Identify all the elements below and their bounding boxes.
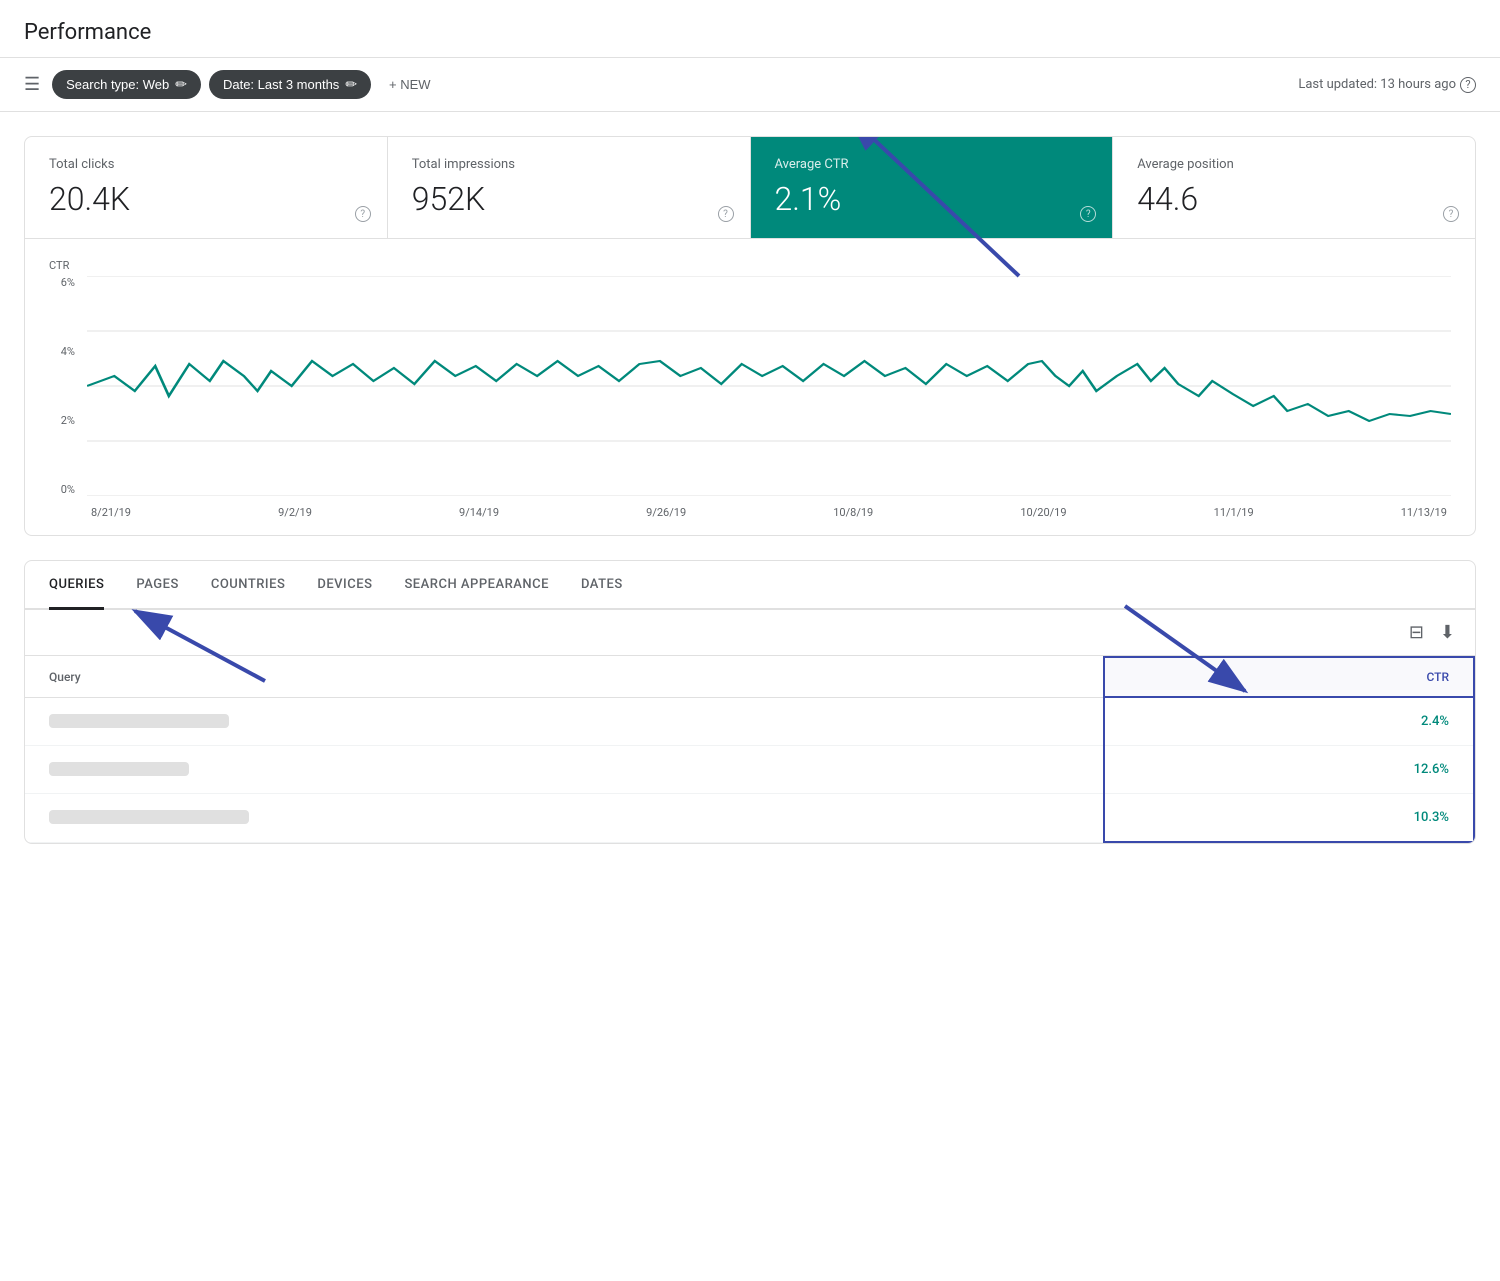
metric-clicks-value: 20.4K <box>49 180 363 218</box>
table-card: QUERIES PAGES COUNTRIES DEVICES SEARCH A… <box>24 560 1476 844</box>
date-filter[interactable]: Date: Last 3 months ✏ <box>209 70 371 99</box>
metric-average-ctr[interactable]: Average CTR 2.1% ? <box>751 137 1114 238</box>
x-label-3: 9/14/19 <box>459 506 499 519</box>
chart-area: CTR 6% 4% 2% 0% <box>25 239 1475 535</box>
x-label-5: 10/8/19 <box>833 506 873 519</box>
search-type-filter[interactable]: Search type: Web ✏ <box>52 70 201 99</box>
metric-position-label: Average position <box>1137 157 1451 172</box>
metric-impressions-help[interactable]: ? <box>718 206 734 222</box>
tabs-row: QUERIES PAGES COUNTRIES DEVICES SEARCH A… <box>25 561 1475 610</box>
y-tick-0: 0% <box>53 483 75 496</box>
edit-icon: ✏ <box>175 76 187 93</box>
x-label-7: 11/1/19 <box>1214 506 1254 519</box>
date-label: Date: Last 3 months <box>223 77 339 92</box>
page-wrapper: Performance ☰ Search type: Web ✏ Date: L… <box>0 0 1500 1281</box>
help-icon[interactable]: ? <box>1460 77 1476 93</box>
metric-clicks-help[interactable]: ? <box>355 206 371 222</box>
blurred-query-2: blurred content <box>49 762 189 776</box>
ctr-cell-2: 12.6% <box>1104 746 1474 794</box>
metric-impressions-label: Total impressions <box>412 157 726 172</box>
toolbar-right: Last updated: 13 hours ago ? <box>1298 77 1476 93</box>
data-table: Query CTR blurred content 2.4% <box>25 656 1475 843</box>
edit-icon-date: ✏ <box>345 76 357 93</box>
blurred-query-1: blurred content <box>49 714 229 728</box>
query-cell-2: blurred content <box>25 746 1104 794</box>
tab-queries[interactable]: QUERIES <box>49 561 104 608</box>
x-label-2: 9/2/19 <box>278 506 312 519</box>
chart-y-label: CTR <box>49 259 1451 272</box>
tab-devices[interactable]: DEVICES <box>317 561 372 608</box>
tab-countries[interactable]: COUNTRIES <box>211 561 286 608</box>
metric-position-value: 44.6 <box>1137 180 1451 218</box>
table-row: blurred content 2.4% <box>25 697 1474 746</box>
tab-pages[interactable]: PAGES <box>136 561 178 608</box>
table-controls: ⊟ ⬇ <box>25 610 1475 656</box>
filter-control-icon[interactable]: ⊟ <box>1409 622 1424 643</box>
x-label-4: 9/26/19 <box>646 506 686 519</box>
metric-ctr-value: 2.1% <box>775 180 1089 218</box>
last-updated-text: Last updated: 13 hours ago <box>1298 77 1456 92</box>
toolbar: ☰ Search type: Web ✏ Date: Last 3 months… <box>0 58 1500 112</box>
x-label-1: 8/21/19 <box>91 506 131 519</box>
x-label-8: 11/13/19 <box>1401 506 1447 519</box>
metric-total-clicks[interactable]: Total clicks 20.4K ? <box>25 137 388 238</box>
new-button[interactable]: + NEW <box>379 71 441 98</box>
metrics-row: Total clicks 20.4K ? Total impressions 9… <box>25 137 1475 239</box>
page-title: Performance <box>24 20 1476 45</box>
metric-total-impressions[interactable]: Total impressions 952K ? <box>388 137 751 238</box>
y-tick-4: 4% <box>53 345 75 358</box>
blurred-query-3: blurred content <box>49 810 249 824</box>
metric-position-help[interactable]: ? <box>1443 206 1459 222</box>
y-tick-2: 2% <box>53 414 75 427</box>
x-axis-labels: 8/21/19 9/2/19 9/14/19 9/26/19 10/8/19 1… <box>49 506 1451 519</box>
new-label: + NEW <box>389 77 431 92</box>
ctr-line <box>87 361 1451 421</box>
query-cell-1: blurred content <box>25 697 1104 746</box>
metric-average-position[interactable]: Average position 44.6 ? <box>1113 137 1475 238</box>
tab-search-appearance[interactable]: SEARCH APPEARANCE <box>404 561 549 608</box>
search-type-label: Search type: Web <box>66 77 169 92</box>
table-row: blurred content 10.3% <box>25 794 1474 843</box>
ctr-cell-3: 10.3% <box>1104 794 1474 843</box>
chart-svg <box>87 276 1451 496</box>
main-content: Total clicks 20.4K ? Total impressions 9… <box>0 112 1500 868</box>
metric-ctr-help[interactable]: ? <box>1080 206 1096 222</box>
query-cell-3: blurred content <box>25 794 1104 843</box>
metrics-card: Total clicks 20.4K ? Total impressions 9… <box>24 136 1476 536</box>
page-header: Performance <box>0 0 1500 58</box>
ctr-cell-1: 2.4% <box>1104 697 1474 746</box>
table-header-query: Query <box>25 657 1104 697</box>
download-icon[interactable]: ⬇ <box>1440 622 1455 643</box>
metric-clicks-label: Total clicks <box>49 157 363 172</box>
x-label-6: 10/20/19 <box>1020 506 1066 519</box>
y-tick-6: 6% <box>53 276 75 289</box>
table-row: blurred content 12.6% <box>25 746 1474 794</box>
filter-icon[interactable]: ☰ <box>24 74 40 95</box>
tab-dates[interactable]: DATES <box>581 561 623 608</box>
table-header-ctr: CTR <box>1104 657 1474 697</box>
metric-ctr-label: Average CTR <box>775 157 1089 172</box>
metric-impressions-value: 952K <box>412 180 726 218</box>
